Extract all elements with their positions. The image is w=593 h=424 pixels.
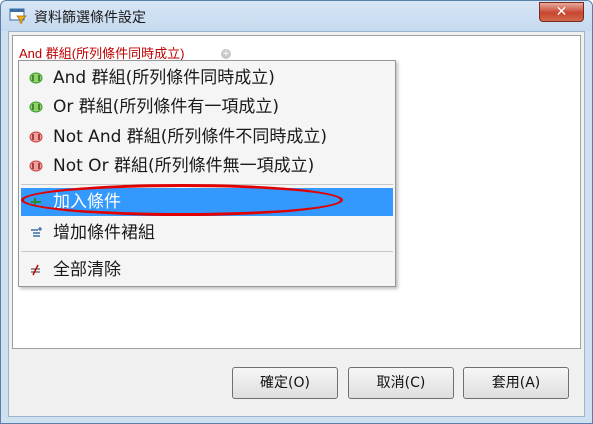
apply-button[interactable]: 套用(A): [463, 367, 569, 399]
add-node-icon[interactable]: +: [221, 49, 231, 59]
menu-item-label: Or 群組(所列條件有一項成立): [53, 97, 280, 117]
menu-item-or-group[interactable]: Or 群組(所列條件有一項成立): [21, 93, 393, 121]
green-group-icon: [29, 101, 43, 113]
filter-app-icon: [9, 8, 27, 24]
close-button[interactable]: ✕: [539, 2, 584, 22]
menu-item-not-and-group[interactable]: Not And 群組(所列條件不同時成立): [21, 123, 393, 151]
menu-item-label: Not And 群組(所列條件不同時成立): [53, 127, 328, 147]
cancel-button[interactable]: 取消(C): [348, 367, 454, 399]
menu-separator: [21, 251, 393, 252]
clear-all-icon: [31, 264, 40, 276]
context-menu: And 群組(所列條件同時成立) Or 群組(所列條件有一項成立) Not An…: [18, 60, 396, 287]
menu-item-label: 增加條件裙組: [53, 223, 155, 243]
highlight-ellipse: [21, 184, 343, 216]
red-group-icon: [29, 131, 43, 143]
menu-item-clear-all[interactable]: 全部清除: [21, 256, 393, 284]
menu-item-label: Not Or 群組(所列條件無一項成立): [53, 156, 315, 176]
ok-button[interactable]: 確定(O): [232, 367, 338, 399]
menu-item-and-group[interactable]: And 群組(所列條件同時成立): [21, 64, 393, 92]
menu-item-label: 全部清除: [53, 260, 121, 280]
green-group-icon: [29, 72, 43, 84]
menu-item-add-group[interactable]: 增加條件裙組: [21, 219, 393, 247]
menu-item-not-or-group[interactable]: Not Or 群組(所列條件無一項成立): [21, 152, 393, 180]
title-bar[interactable]: 資料篩選條件設定 ✕: [1, 1, 592, 31]
close-icon: ✕: [555, 4, 568, 20]
window-title: 資料篩選條件設定: [34, 10, 146, 26]
add-group-icon: [31, 227, 42, 237]
menu-item-label: And 群組(所列條件同時成立): [53, 68, 275, 88]
red-group-icon: [29, 160, 43, 172]
